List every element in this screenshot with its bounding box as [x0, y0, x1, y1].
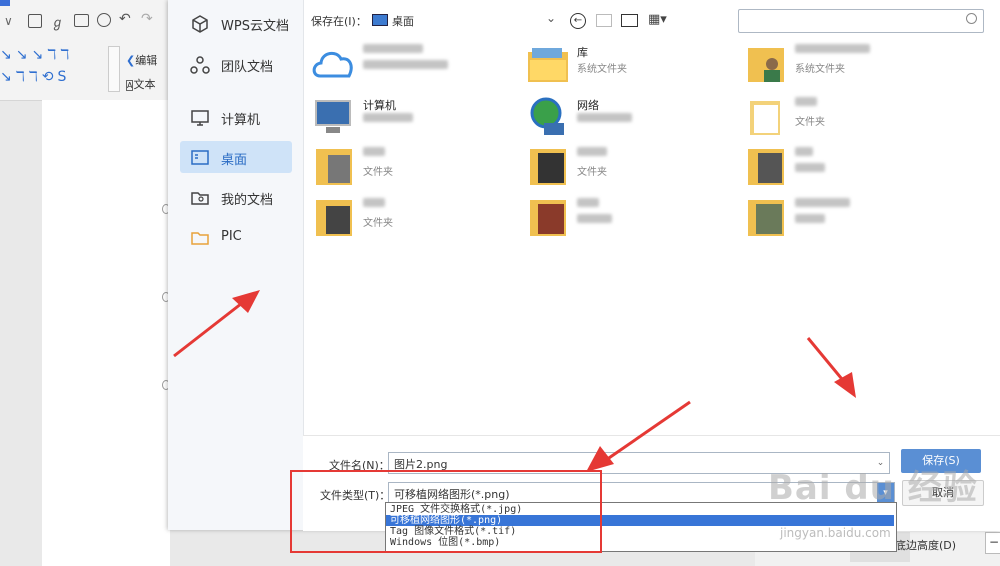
annotation-arrow — [806, 337, 848, 385]
baidu-watermark-url: jingyan.baidu.com — [780, 526, 891, 540]
annotation-arrow-head — [834, 372, 856, 398]
annotation-arrow — [605, 400, 691, 462]
annotation-arrow-head — [586, 446, 614, 472]
annotation-arrow-head — [232, 290, 260, 313]
annotation-arrow — [173, 298, 247, 358]
baidu-watermark: Bai du 经验 — [768, 468, 978, 508]
